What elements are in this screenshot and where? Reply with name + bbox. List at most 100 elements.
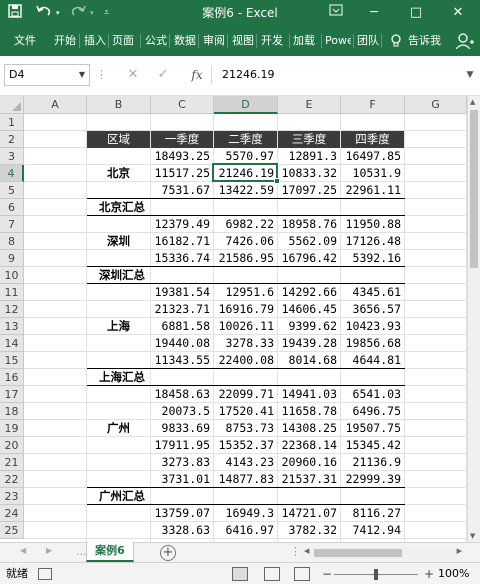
data-cell[interactable]: 18458.63 [151, 386, 213, 403]
column-header-d[interactable]: D [214, 96, 278, 114]
normal-view-icon[interactable] [232, 567, 248, 581]
data-cell[interactable]: 21586.95 [214, 250, 277, 267]
data-cell[interactable]: 4345.61 [341, 284, 404, 301]
row-header-15[interactable]: 15 [0, 352, 24, 369]
data-cell[interactable]: 13422.59 [214, 182, 277, 199]
row-header-10[interactable]: 10 [0, 267, 24, 284]
column-header-c[interactable]: C [151, 96, 214, 114]
tab-home[interactable]: 开始 [54, 26, 76, 56]
scroll-up-icon[interactable]: ▲ [470, 98, 475, 106]
data-cell[interactable]: 15352.37 [214, 437, 277, 454]
next-sheet-icon[interactable]: ▶ [46, 546, 52, 555]
data-cell[interactable]: 10531.9 [341, 165, 404, 182]
row-header-16[interactable]: 16 [0, 369, 24, 386]
row-header-9[interactable]: 9 [0, 250, 24, 267]
add-sheet-button[interactable]: + [160, 545, 176, 561]
data-cell[interactable]: 22999.39 [341, 471, 404, 488]
row-header-3[interactable]: 3 [0, 148, 24, 165]
select-all-button[interactable] [0, 96, 24, 114]
subtotal-cell[interactable]: 深圳汇总 [87, 267, 150, 284]
row-header-20[interactable]: 20 [0, 437, 24, 454]
data-cell[interactable]: 3278.33 [214, 335, 277, 352]
data-cell[interactable]: 20073.5 [151, 403, 213, 420]
tab-developer[interactable]: 开发 [261, 26, 287, 56]
row-header-17[interactable]: 17 [0, 386, 24, 403]
region-cell[interactable]: 上海 [87, 318, 150, 335]
data-cell[interactable]: 8116.27 [341, 505, 404, 522]
data-cell[interactable]: 6881.58 [151, 318, 213, 335]
vertical-scrollbar[interactable]: ▲ ▼ [467, 96, 480, 542]
zoom-in-button[interactable]: + [424, 566, 434, 582]
row-header-8[interactable]: 8 [0, 233, 24, 250]
row-header-7[interactable]: 7 [0, 216, 24, 233]
data-cell[interactable]: 17126.48 [341, 233, 404, 250]
data-cell[interactable]: 21136.9 [341, 454, 404, 471]
more-sheets-icon[interactable]: ... [76, 545, 87, 558]
data-cell[interactable]: 16796.42 [278, 250, 340, 267]
formula-input[interactable]: 21246.19 [214, 64, 460, 86]
data-cell[interactable]: 18958.76 [278, 216, 340, 233]
active-cell-selection[interactable] [212, 163, 280, 184]
fill-handle[interactable] [274, 178, 280, 184]
zoom-out-button[interactable]: − [322, 566, 332, 582]
row-header-6[interactable]: 6 [0, 199, 24, 216]
data-cell[interactable]: 5562.09 [278, 233, 340, 250]
data-cell[interactable]: 3782.32 [278, 522, 340, 539]
region-cell[interactable]: 深圳 [87, 233, 150, 250]
data-cell[interactable]: 19507.75 [341, 420, 404, 437]
tab-insert[interactable]: 插入 [84, 26, 106, 56]
table-header-cell[interactable]: 三季度 [278, 131, 340, 148]
row-header-23[interactable]: 23 [0, 488, 24, 505]
confirm-entry-button[interactable]: ✓ [152, 65, 174, 85]
data-cell[interactable]: 11343.55 [151, 352, 213, 369]
account-icon[interactable] [456, 26, 478, 56]
table-header-cell[interactable]: 一季度 [151, 131, 213, 148]
row-header-12[interactable]: 12 [0, 301, 24, 318]
data-cell[interactable]: 18493.25 [151, 148, 213, 165]
tab-team[interactable]: 团队 [357, 26, 379, 56]
data-cell[interactable]: 3328.63 [151, 522, 213, 539]
data-cell[interactable]: 11517.25 [151, 165, 213, 182]
data-cell[interactable]: 22099.71 [214, 386, 277, 403]
data-cell[interactable]: 16916.79 [214, 301, 277, 318]
expand-formula-bar-icon[interactable]: ▼ [462, 64, 478, 86]
horizontal-scroll-thumb[interactable] [314, 549, 402, 557]
sheet-tab-active[interactable]: 案例6 [86, 542, 134, 562]
worksheet-grid[interactable]: A B C D E F G 1 2 3 4 5 6 7 8 9 10 11 12 13 14 15 16 17 18 19 20 21… [0, 96, 480, 542]
column-header-b[interactable]: B [87, 96, 151, 114]
data-cell[interactable]: 8014.68 [278, 352, 340, 369]
data-cell[interactable]: 17520.41 [214, 403, 277, 420]
data-cell[interactable]: 11950.88 [341, 216, 404, 233]
data-cell[interactable]: 16949.3 [214, 505, 277, 522]
page-layout-view-icon[interactable] [264, 567, 280, 581]
row-header-11[interactable]: 11 [0, 284, 24, 301]
column-header-g[interactable]: G [405, 96, 467, 114]
data-cell[interactable]: 10026.11 [214, 318, 277, 335]
data-cell[interactable]: 19856.68 [341, 335, 404, 352]
data-cell[interactable]: 5392.16 [341, 250, 404, 267]
data-cell[interactable]: 9399.62 [278, 318, 340, 335]
data-cell[interactable]: 21537.31 [278, 471, 340, 488]
tab-file[interactable]: 文件 [14, 26, 36, 56]
ribbon-display-options-icon[interactable] [318, 2, 354, 24]
data-cell[interactable]: 14877.83 [214, 471, 277, 488]
table-header-cell[interactable]: 区域 [87, 131, 150, 148]
data-cell[interactable]: 4644.81 [341, 352, 404, 369]
data-cell[interactable]: 6416.97 [214, 522, 277, 539]
column-header-a[interactable]: A [24, 96, 87, 114]
data-cell[interactable]: 22400.08 [214, 352, 277, 369]
scroll-down-icon[interactable]: ▼ [470, 532, 475, 540]
table-header-cell[interactable]: 二季度 [214, 131, 277, 148]
data-cell[interactable]: 14308.25 [278, 420, 340, 437]
data-cell[interactable]: 19440.08 [151, 335, 213, 352]
data-cell[interactable]: 14721.07 [278, 505, 340, 522]
subtotal-cell[interactable]: 北京汇总 [87, 199, 150, 216]
tab-page-layout[interactable]: 页面 [112, 26, 138, 56]
row-header-14[interactable]: 14 [0, 335, 24, 352]
scroll-left-icon[interactable]: ◀ [304, 547, 309, 555]
row-header-22[interactable]: 22 [0, 471, 24, 488]
data-cell[interactable]: 3273.83 [151, 454, 213, 471]
data-cell[interactable]: 16497.85 [341, 148, 404, 165]
horizontal-scrollbar[interactable]: ◀ ▶ [302, 547, 464, 559]
data-cell[interactable]: 6982.22 [214, 216, 277, 233]
